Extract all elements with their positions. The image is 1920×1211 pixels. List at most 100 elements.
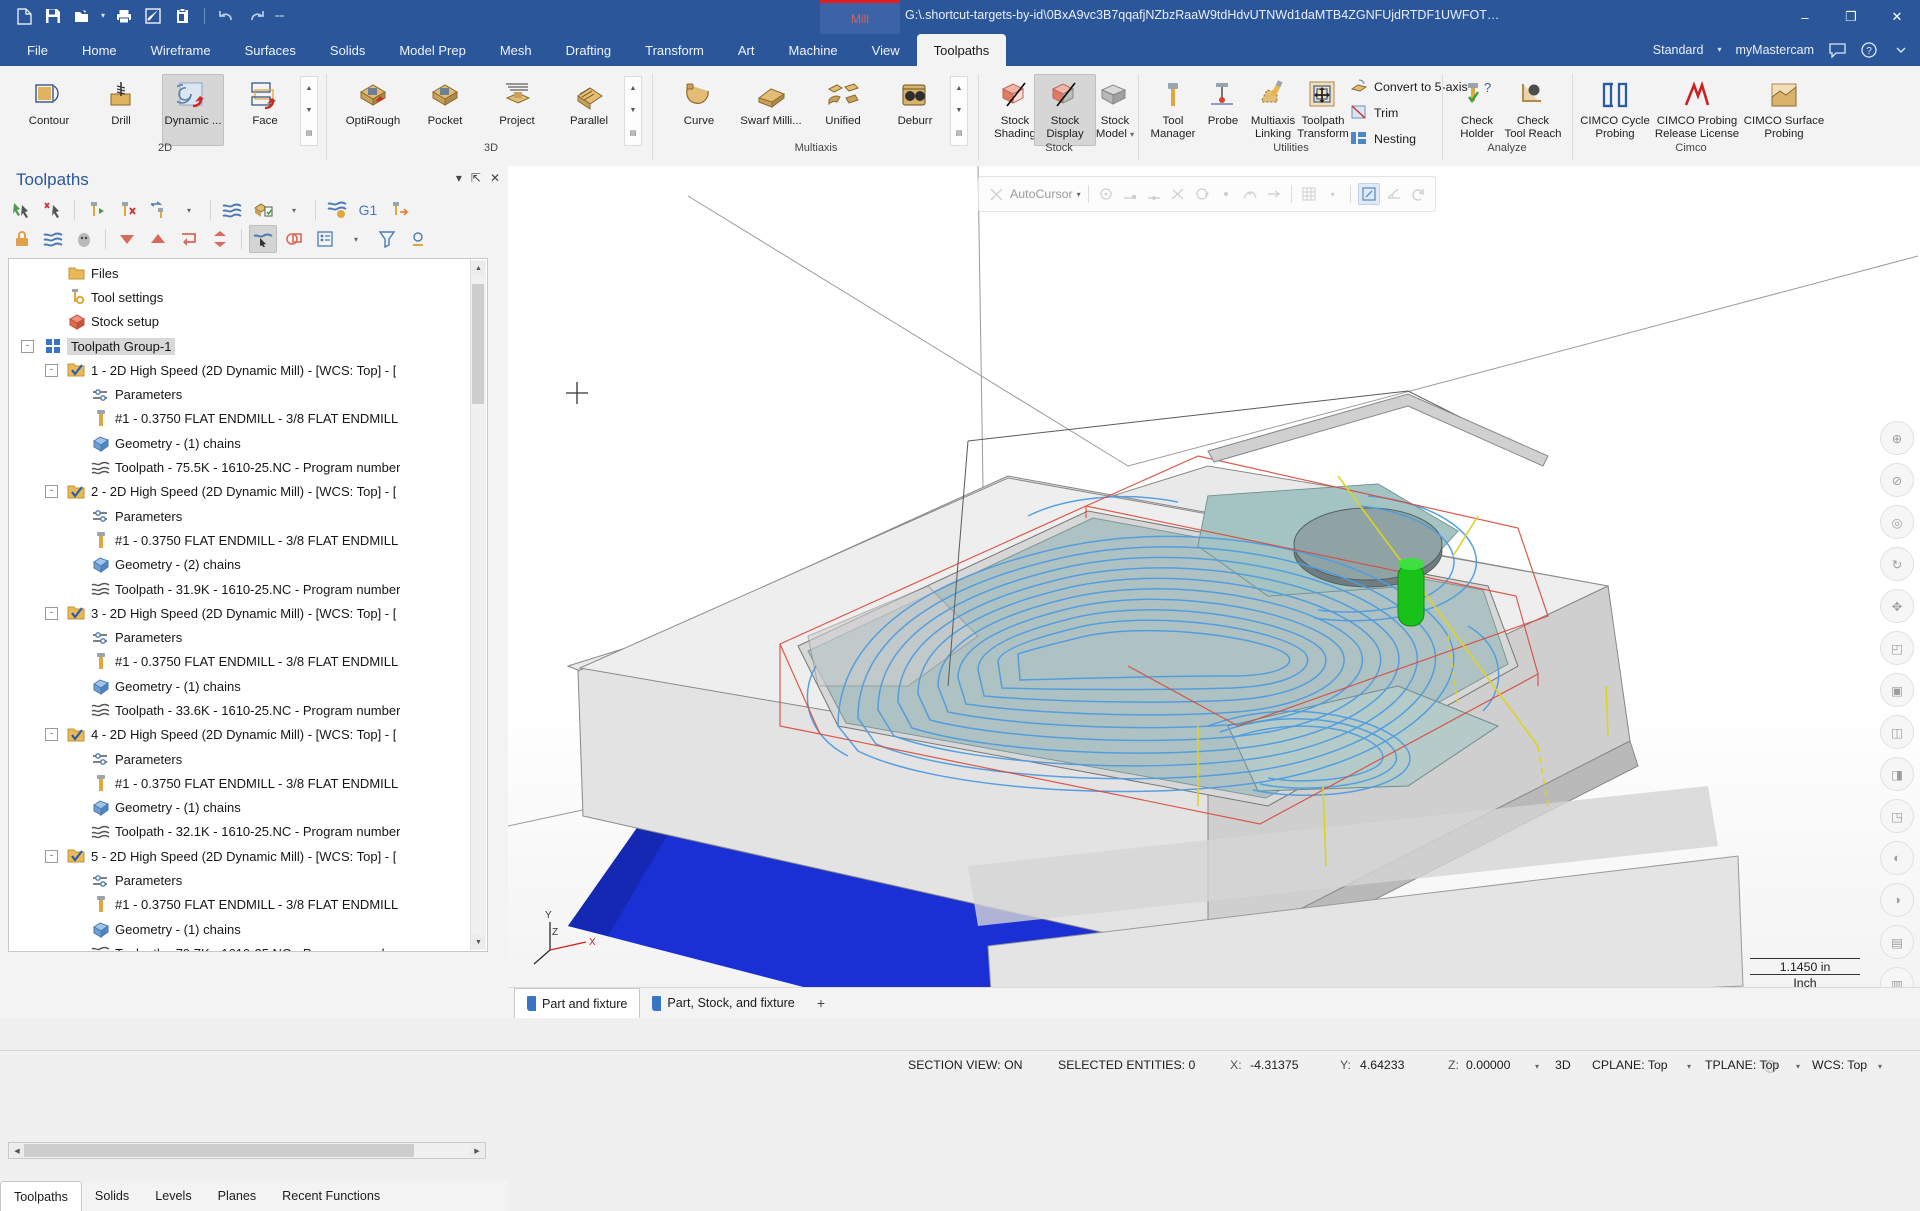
tree-node-item[interactable]: #1 - 0.3750 FLAT ENDMILL - 3/8 FLAT ENDM…	[9, 893, 471, 917]
ribbon-tab-home[interactable]: Home	[65, 34, 134, 66]
panel-tab-recent-functions[interactable]: Recent Functions	[269, 1181, 393, 1211]
ribbon-button-trim[interactable]: Trim	[1346, 102, 1402, 124]
ribbon-button-cimco-surface-probing[interactable]: CIMCO Surface Probing	[1744, 74, 1824, 146]
right-view-icon[interactable]: ◨	[1880, 757, 1914, 791]
auto-hide-pin-icon[interactable]: ⇱	[471, 172, 481, 184]
select-toolpath-icon[interactable]	[249, 225, 277, 253]
origin-snap-icon[interactable]	[986, 184, 1006, 204]
ribbon-button-deburr[interactable]: Deburr	[884, 74, 946, 146]
pan-icon[interactable]: ✥	[1880, 589, 1914, 623]
hidden-line-icon[interactable]: ◑	[1880, 883, 1914, 917]
top-view-icon[interactable]: ▣	[1880, 673, 1914, 707]
autocursor-bar[interactable]: AutoCursor ▾ ▾	[978, 176, 1436, 212]
tree-node-item[interactable]: #1 - 0.3750 FLAT ENDMILL - 3/8 FLAT ENDM…	[9, 407, 471, 431]
ribbon-button-swarf-milling[interactable]: Swarf Milli...	[740, 74, 802, 146]
wcs-dropdown-icon[interactable]: ▾	[1878, 1058, 1882, 1072]
ribbon-button-parallel[interactable]: Parallel	[558, 74, 620, 146]
ribbon-tab-view[interactable]: View	[855, 34, 917, 66]
tree-node-group[interactable]: - 3 - 2D High Speed (2D Dynamic Mill) - […	[9, 601, 471, 625]
delete-selected-icon[interactable]	[113, 196, 141, 224]
panel-tab-toolpaths[interactable]: Toolpaths	[0, 1181, 82, 1211]
ribbon-button-project[interactable]: Project	[486, 74, 548, 146]
tree-expander-icon[interactable]: -	[45, 363, 58, 377]
account-label[interactable]: myMastercam	[1736, 43, 1814, 57]
section-view-icon[interactable]: ▤	[1880, 925, 1914, 959]
save-icon[interactable]	[43, 6, 63, 26]
arc-center-snap-icon[interactable]	[1096, 184, 1116, 204]
options-dropdown-icon[interactable]: ▾	[342, 225, 370, 253]
tree-expander-icon[interactable]: -	[45, 849, 58, 863]
relative-icon[interactable]	[1357, 183, 1380, 205]
tree-node-group[interactable]: - Toolpath Group-1	[9, 334, 471, 358]
tree-node-item[interactable]: Parameters	[9, 504, 471, 528]
ribbon-tab-mesh[interactable]: Mesh	[483, 34, 549, 66]
tree-node-item[interactable]: Parameters	[9, 747, 471, 771]
fit-screen-icon[interactable]: ⊕	[1880, 421, 1914, 455]
tree-expander-icon[interactable]: -	[45, 728, 58, 742]
qat-more-icon[interactable]: ⩵	[275, 12, 284, 20]
ribbon-tab-file[interactable]: File	[10, 34, 65, 66]
ribbon-tab-art[interactable]: Art	[721, 34, 772, 66]
restore-icon[interactable]	[1408, 184, 1428, 204]
advanced-icon[interactable]	[404, 225, 432, 253]
tree-horizontal-scrollbar[interactable]: ◀ ▶	[8, 1142, 486, 1159]
polar-icon[interactable]	[1384, 184, 1404, 204]
move-insert-icon[interactable]	[175, 225, 203, 253]
minimize-button[interactable]: –	[1782, 0, 1828, 34]
ribbon-button-optirough[interactable]: OptiRough	[342, 74, 404, 146]
intersection-snap-icon[interactable]	[1168, 184, 1188, 204]
move-down-icon[interactable]	[113, 225, 141, 253]
add-view-tab-button[interactable]: +	[807, 988, 835, 1018]
panel-menu-icon[interactable]: ▾	[456, 172, 462, 184]
dimension-mode-status[interactable]: 3D	[1555, 1058, 1571, 1072]
close-button[interactable]: ✕	[1874, 0, 1920, 34]
regen-selected-icon[interactable]	[82, 196, 110, 224]
ribbon-button-curve[interactable]: Curve	[668, 74, 730, 146]
panel-close-icon[interactable]: ✕	[490, 172, 500, 184]
export-icon[interactable]	[385, 196, 413, 224]
tree-node-item[interactable]: Geometry - (1) chains	[9, 796, 471, 820]
tree-node-item[interactable]: #1 - 0.3750 FLAT ENDMILL - 3/8 FLAT ENDM…	[9, 771, 471, 795]
filter-icon[interactable]	[373, 225, 401, 253]
grid-snap-icon[interactable]	[1299, 184, 1319, 204]
toolpath-tree[interactable]: Files Tool settings Stock setup - Toolpath G…	[8, 258, 488, 952]
tree-node-group[interactable]: - 5 - 2D High Speed (2D Dynamic Mill) - […	[9, 844, 471, 868]
tree-node-item[interactable]: Toolpath - 79.7K - 1610-25.NC - Program …	[9, 941, 471, 951]
regen-dropdown-icon[interactable]: ▾	[175, 196, 203, 224]
ribbon-button-check-tool-reach[interactable]: Check Tool Reach	[1502, 74, 1564, 146]
maximize-button[interactable]: ❐	[1828, 0, 1874, 34]
ribbon-tab-model-prep[interactable]: Model Prep	[382, 34, 482, 66]
autocursor-dropdown-icon[interactable]: ▾	[1077, 190, 1081, 199]
select-all-icon[interactable]	[8, 196, 36, 224]
wcs-status[interactable]: WCS: Top	[1812, 1058, 1867, 1072]
ribbon-button-face[interactable]: Face	[234, 74, 296, 146]
tree-node-item[interactable]: Stock setup	[9, 310, 471, 334]
scroll-down-arrow[interactable]: ▼	[472, 935, 485, 949]
move-up-icon[interactable]	[144, 225, 172, 253]
redo-icon[interactable]	[246, 6, 266, 26]
tplane-dropdown-icon[interactable]: ▾	[1796, 1058, 1800, 1072]
ribbon-button-stock-model[interactable]: Stock Model ▾	[1084, 74, 1146, 146]
panel-tab-levels[interactable]: Levels	[142, 1181, 204, 1211]
print-icon[interactable]	[114, 6, 134, 26]
screenshot-icon[interactable]	[143, 6, 163, 26]
along-entity-icon[interactable]	[1264, 184, 1284, 204]
tree-vertical-scrollbar[interactable]: ▲ ▼	[470, 260, 486, 950]
ribbon-button-contour[interactable]: Contour	[18, 74, 80, 146]
shaded-icon[interactable]: ◐	[1880, 841, 1914, 875]
wireframe-icon[interactable]	[1760, 1056, 1780, 1076]
post-dropdown-icon[interactable]: ▾	[280, 196, 308, 224]
tree-node-item[interactable]: Parameters	[9, 625, 471, 649]
cplane-dropdown-icon[interactable]: ▾	[1687, 1058, 1691, 1072]
grid-dropdown-icon[interactable]: ▾	[1323, 184, 1343, 204]
ribbon-button-pocket[interactable]: Pocket	[414, 74, 476, 146]
tree-node-item[interactable]: Toolpath - 75.5K - 1610-25.NC - Program …	[9, 455, 471, 479]
tree-node-item[interactable]: Tool settings	[9, 285, 471, 309]
ribbon-options-icon[interactable]	[1892, 41, 1910, 59]
isometric-view-icon[interactable]: ◰	[1880, 631, 1914, 665]
zoom-window-icon[interactable]: ⊘	[1880, 463, 1914, 497]
tree-node-item[interactable]: #1 - 0.3750 FLAT ENDMILL - 3/8 FLAT ENDM…	[9, 650, 471, 674]
tree-node-item[interactable]: #1 - 0.3750 FLAT ENDMILL - 3/8 FLAT ENDM…	[9, 528, 471, 552]
ribbon-tab-wireframe[interactable]: Wireframe	[134, 34, 228, 66]
dynamic-rotate-icon[interactable]: ↻	[1880, 547, 1914, 581]
